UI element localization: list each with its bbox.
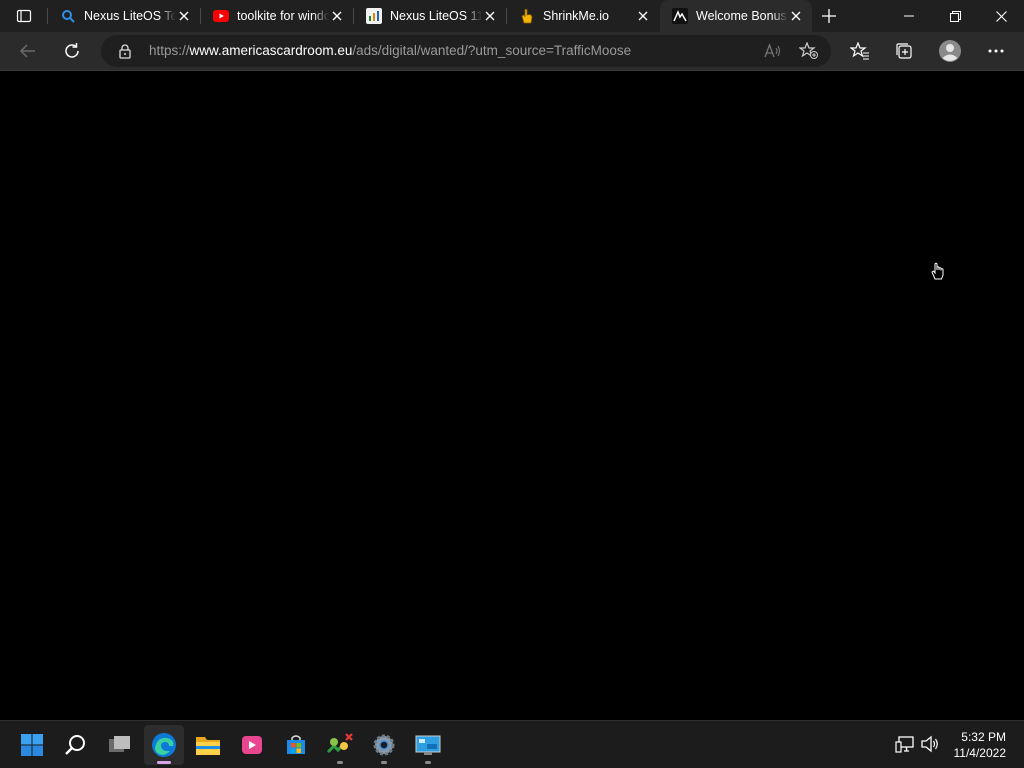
site-favicon-icon — [366, 8, 382, 24]
system-clock[interactable]: 5:32 PM 11/4/2022 — [954, 729, 1007, 761]
address-bar[interactable]: https://www.americascardroom.eu/ads/digi… — [101, 35, 831, 67]
tab-welcome-bonus[interactable]: Welcome Bonus — [660, 0, 812, 32]
new-tab-button[interactable] — [816, 4, 842, 28]
url-domain: www.americascardroom.eu — [189, 43, 353, 58]
close-tab-icon[interactable] — [329, 8, 345, 24]
hand-favicon-icon — [519, 8, 535, 24]
running-app-indicator — [337, 761, 343, 764]
settings-icon[interactable] — [364, 725, 404, 765]
settings-more-button[interactable] — [980, 35, 1012, 67]
tab-actions-menu-icon[interactable] — [8, 4, 40, 28]
clock-date: 11/4/2022 — [953, 746, 1007, 760]
browser-toolbar: https://www.americascardroom.eu/ads/digi… — [0, 32, 1024, 71]
favorites-button[interactable] — [844, 35, 876, 67]
close-tab-icon[interactable] — [788, 8, 804, 24]
url-path: /ads/digital/wanted/?utm_source=TrafficM… — [352, 43, 632, 58]
back-button[interactable] — [12, 35, 44, 67]
close-tab-icon[interactable] — [635, 8, 651, 24]
volume-icon[interactable] — [919, 733, 941, 755]
network-status-icon[interactable] — [894, 733, 916, 755]
clock-time: 5:32 PM — [961, 730, 1006, 744]
close-window-button[interactable] — [978, 0, 1024, 32]
tab-nexus-liteos-11[interactable]: Nexus LiteOS 11 — [354, 0, 506, 32]
tab-title: Nexus LiteOS 11 — [390, 9, 482, 23]
tab-nexus-liteos-search[interactable]: Nexus LiteOS To — [48, 0, 200, 32]
url-text[interactable]: https://www.americascardroom.eu/ads/digi… — [149, 43, 631, 58]
read-aloud-icon[interactable] — [761, 39, 785, 63]
active-app-indicator — [157, 761, 171, 764]
lock-icon[interactable] — [117, 43, 133, 59]
windows-taskbar: 5:32 PM 11/4/2022 — [0, 720, 1024, 768]
media-player-icon[interactable] — [232, 725, 272, 765]
close-tab-icon[interactable] — [482, 8, 498, 24]
file-explorer-icon[interactable] — [188, 725, 228, 765]
store-icon[interactable] — [276, 725, 316, 765]
acr-favicon-icon — [672, 8, 688, 24]
collections-button[interactable] — [888, 35, 920, 67]
web-page-content[interactable] — [0, 71, 1024, 720]
add-favorite-icon[interactable] — [797, 39, 821, 63]
tab-youtube-toolkite[interactable]: toolkite for windo — [201, 0, 353, 32]
youtube-favicon-icon — [213, 8, 229, 24]
tab-shrinkme[interactable]: ShrinkMe.io — [507, 0, 659, 32]
running-app-indicator — [425, 761, 431, 764]
close-tab-icon[interactable] — [176, 8, 192, 24]
profile-avatar-icon[interactable] — [934, 35, 966, 67]
tab-title: toolkite for windo — [237, 9, 329, 23]
refresh-button[interactable] — [56, 35, 88, 67]
start-icon[interactable] — [12, 725, 52, 765]
browser-titlebar: Nexus LiteOS To toolkite for windo Nexus… — [0, 0, 1024, 32]
restore-button[interactable] — [932, 0, 978, 32]
search-icon[interactable] — [56, 725, 96, 765]
task-view-icon[interactable] — [100, 725, 140, 765]
url-scheme: https:// — [149, 43, 190, 58]
tab-title: Welcome Bonus — [696, 9, 787, 23]
tab-title: ShrinkMe.io — [543, 9, 609, 23]
running-app-indicator — [381, 761, 387, 764]
search-favicon-icon — [60, 8, 76, 24]
tab-title: Nexus LiteOS To — [84, 9, 176, 23]
control-panel-icon[interactable] — [408, 725, 448, 765]
network-tool-icon[interactable] — [320, 725, 360, 765]
hand-cursor-icon — [930, 262, 946, 280]
edge-icon[interactable] — [144, 725, 184, 765]
minimize-button[interactable] — [886, 0, 932, 32]
